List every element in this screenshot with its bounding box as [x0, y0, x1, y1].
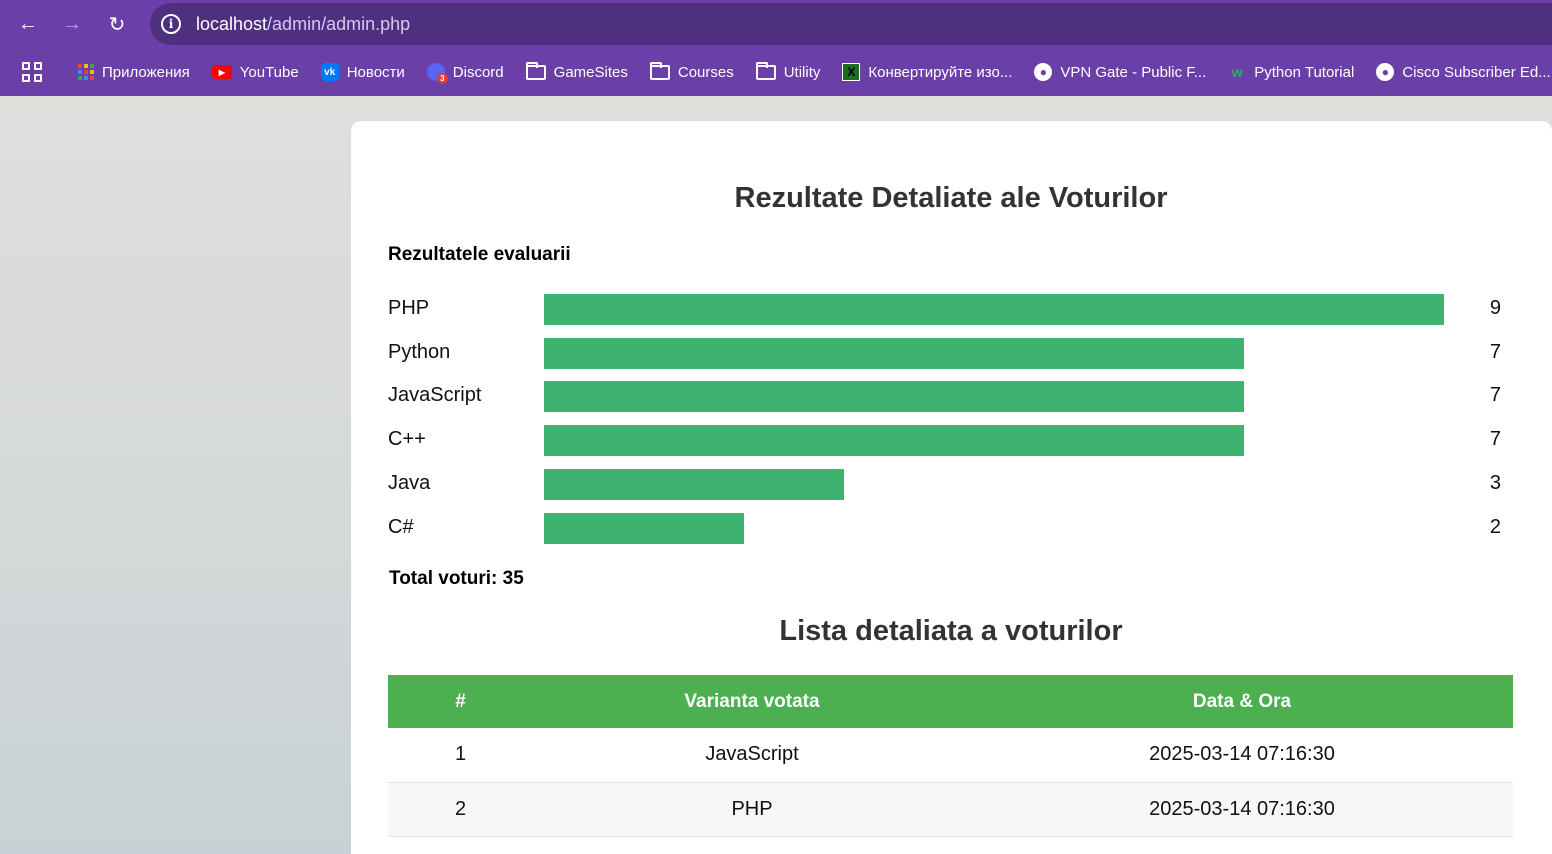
bar-label: C#	[388, 515, 414, 538]
bookmark-discord[interactable]: 3 Discord	[426, 63, 504, 84]
url-text[interactable]: localhost/admin/admin.php	[196, 14, 410, 35]
bar-label: Python	[388, 340, 451, 363]
bar-value: 3	[1489, 471, 1501, 494]
url-path: /admin/admin.php	[267, 13, 411, 34]
bookmark-label: VPN Gate - Public F...	[1060, 63, 1207, 81]
page-title: Rezultate Detaliate ale Voturilor	[734, 182, 1168, 214]
bar-javascript	[544, 381, 1244, 413]
bookmarks-bar: Приложения ▶ YouTube vk Новости 3 Discor…	[0, 48, 1552, 96]
cell-datetime: 2025-03-14 07:16:30	[971, 728, 1513, 783]
bar-label: Java	[388, 471, 431, 494]
bookmark-label: Cisco Subscriber Ed...	[1402, 63, 1551, 81]
table-row: 2 PHP 2025-03-14 07:16:30	[388, 782, 1513, 837]
bookmark-cisco[interactable]: ● Cisco Subscriber Ed...	[1376, 63, 1551, 81]
bookmark-youtube[interactable]: ▶ YouTube	[211, 63, 299, 81]
bookmark-courses[interactable]: Courses	[649, 61, 734, 81]
bar-label: PHP	[388, 297, 430, 319]
url-host: localhost	[196, 13, 268, 34]
site-info-icon[interactable]: i	[161, 14, 181, 34]
cell-option: JavaScript	[533, 728, 971, 783]
header-index: #	[388, 675, 533, 728]
bar-c	[544, 425, 1244, 457]
bar-value: 7	[1489, 428, 1501, 451]
bookmark-label: Courses	[677, 63, 734, 81]
cell-option: PHP	[533, 782, 971, 837]
bar-label: JavaScript	[388, 384, 482, 407]
bookmark-label: YouTube	[239, 63, 299, 81]
total-votes: Total voturi: 35	[389, 568, 524, 589]
bookmark-label: Python Tutorial	[1254, 63, 1355, 81]
apps-grid-icon[interactable]	[22, 62, 42, 82]
folder-icon	[525, 61, 546, 80]
vote-list-title: Lista detaliata a voturilor	[779, 615, 1123, 647]
vk-icon: vk	[320, 63, 339, 81]
bookmark-label: Utility	[783, 63, 821, 81]
bookmark-converter[interactable]: X Конвертируйте изо...	[842, 63, 1012, 81]
reload-icon[interactable]: ↻	[100, 7, 134, 41]
bookmark-label: Новости	[346, 63, 405, 81]
bar-java	[544, 468, 844, 500]
bookmark-novosti[interactable]: vk Новости	[320, 63, 405, 81]
globe-icon: ●	[1376, 63, 1395, 81]
discord-badge: 3	[436, 73, 448, 84]
colored-apps-icon	[78, 64, 94, 80]
youtube-icon: ▶	[211, 65, 232, 79]
address-bar[interactable]: i localhost/admin/admin.php	[150, 3, 1552, 45]
bar-python	[544, 337, 1244, 369]
folder-icon	[755, 61, 776, 80]
w3-icon: w	[1231, 64, 1243, 80]
bookmark-python-tutorial[interactable]: w Python Tutorial	[1228, 63, 1355, 81]
bookmark-utility[interactable]: Utility	[755, 61, 821, 81]
votes-table: # Varianta votata Data & Ora 1 JavaScrip…	[388, 675, 1513, 837]
cell-index: 2	[388, 782, 533, 837]
converter-icon: X	[842, 63, 861, 81]
browser-toolbar: ← → ↻ i localhost/admin/admin.php	[0, 0, 1552, 48]
chart-title: Rezultatele evaluarii	[388, 244, 571, 265]
globe-icon: ●	[1034, 63, 1053, 81]
cell-datetime: 2025-03-14 07:16:30	[971, 782, 1513, 837]
bookmark-label: Конвертируйте изо...	[868, 63, 1013, 81]
bar-c	[544, 512, 744, 544]
header-option: Varianta votata	[533, 675, 971, 728]
bar-value: 7	[1489, 384, 1501, 407]
back-arrow-icon[interactable]: ←	[11, 7, 45, 41]
bar-php	[544, 294, 1444, 325]
bookmark-vpn-gate[interactable]: ● VPN Gate - Public F...	[1034, 63, 1206, 81]
discord-icon: 3	[426, 63, 448, 84]
cell-index: 1	[388, 728, 533, 783]
bookmark-label: GameSites	[553, 63, 628, 81]
bar-value: 2	[1489, 515, 1501, 538]
bar-value: 7	[1489, 340, 1501, 363]
forward-arrow-icon[interactable]: →	[55, 7, 89, 41]
folder-icon	[649, 61, 670, 80]
bookmark-label: Discord	[452, 63, 504, 81]
bookmark-gamesites[interactable]: GameSites	[525, 61, 628, 81]
header-datetime: Data & Ora	[971, 675, 1513, 728]
bookmark-label: Приложения	[102, 63, 190, 81]
bookmark-prilozheniya[interactable]: Приложения	[78, 64, 190, 81]
bar-label: C++	[388, 428, 426, 451]
bar-value: 9	[1489, 297, 1501, 319]
table-row: 1 JavaScript 2025-03-14 07:16:30	[388, 728, 1513, 783]
results-card: Rezultate Detaliate ale Voturilor Rezult…	[351, 121, 1552, 854]
table-header-row: # Varianta votata Data & Ora	[388, 675, 1513, 728]
